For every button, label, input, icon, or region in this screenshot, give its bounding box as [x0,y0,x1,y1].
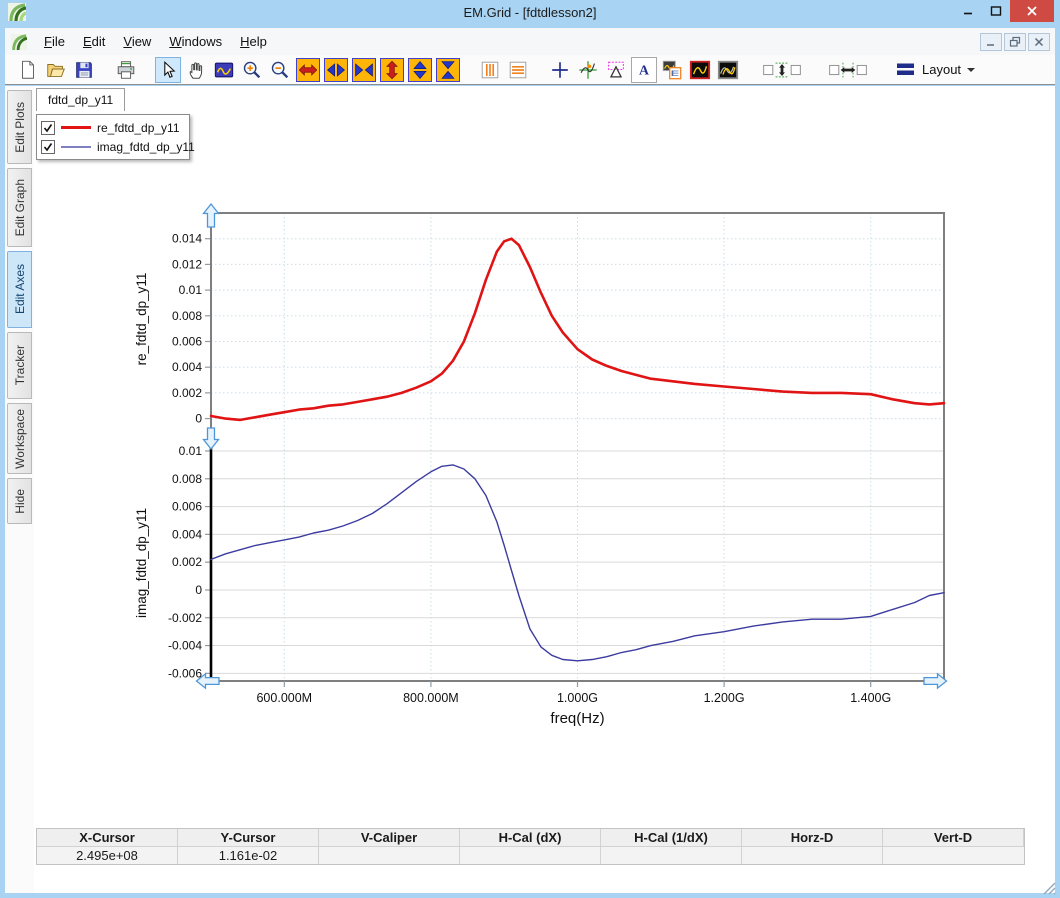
document-tab[interactable]: fdtd_dp_y11 [36,88,125,111]
legend-label: re_fdtd_dp_y11 [97,121,180,135]
legend-label: imag_fdtd_dp_y11 [97,140,195,154]
y-tick-label: 0.014 [172,232,202,246]
axis-handle-down[interactable] [204,428,219,449]
y-tick-label: 0.01 [179,283,203,297]
app-window: { "window": { "title": "EM.Grid - [fdtdl… [0,0,1060,898]
y-axis-label: re_fdtd_dp_y11 [134,273,149,366]
status-header: H-Cal (1/dX) [601,829,742,847]
legend-entry: re_fdtd_dp_y11 [41,118,185,137]
resize-grip[interactable] [1041,880,1056,895]
legend-checkbox[interactable] [41,121,55,135]
y-tick-label: 0.008 [172,309,202,323]
y-tick-label: 0.002 [172,386,202,400]
legend-checkbox[interactable] [41,140,55,154]
plot-frame [211,213,944,681]
legend-line-sample [61,146,91,148]
y-tick-label: -0.002 [168,611,202,625]
x-axis-label: freq(Hz) [550,710,604,727]
status-value [460,847,601,864]
y-tick-label: -0.006 [168,666,202,680]
status-header: Y-Cursor [178,829,319,847]
legend-entry: imag_fdtd_dp_y11 [41,137,185,156]
status-header: X-Cursor [37,829,178,847]
status-value: 1.161e-02 [178,847,319,864]
x-tick-label: 1.000G [557,691,598,705]
y-tick-label: 0.006 [172,334,202,348]
y-tick-label: -0.004 [168,639,202,653]
y-tick-label: 0.01 [179,444,203,458]
legend-line-sample [61,126,91,129]
status-header: Vert-D [883,829,1024,847]
status-value [883,847,1024,864]
y-tick-label: 0 [195,583,202,597]
y-axis-label: imag_fdtd_dp_y11 [134,508,149,618]
status-header: H-Cal (dX) [460,829,601,847]
status-value [742,847,883,864]
status-value [601,847,742,864]
status-header: V-Caliper [319,829,460,847]
y-tick-label: 0.002 [172,555,202,569]
status-value: 2.495e+08 [37,847,178,864]
x-tick-label: 1.200G [704,691,745,705]
x-tick-label: 800.000M [403,691,459,705]
y-tick-label: 0 [195,412,202,426]
x-tick-label: 1.400G [850,691,891,705]
axis-handle-up[interactable] [204,204,219,227]
x-tick-label: 600.000M [256,691,312,705]
status-bar: X-CursorY-CursorV-CaliperH-Cal (dX)H-Cal… [36,828,1025,865]
status-header: Horz-D [742,829,883,847]
y-tick-label: 0.012 [172,257,202,271]
y-tick-label: 0.004 [172,360,202,374]
plot-legend: re_fdtd_dp_y11 imag_fdtd_dp_y11 [36,114,190,160]
y-tick-label: 0.008 [172,472,202,486]
y-tick-label: 0.006 [172,500,202,514]
status-value [319,847,460,864]
y-tick-label: 0.004 [172,527,202,541]
document-tab-label: fdtd_dp_y11 [48,93,113,107]
